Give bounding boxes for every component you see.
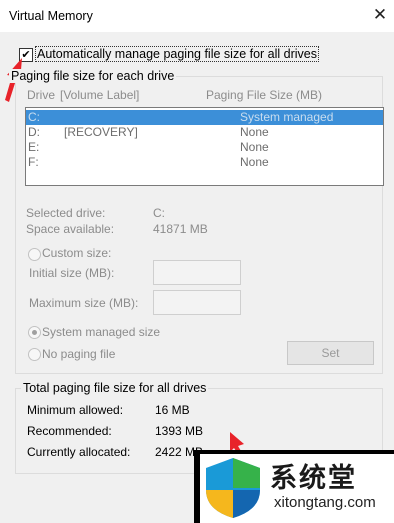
space-available-label: Space available: <box>26 222 115 236</box>
initial-size-input[interactable] <box>153 260 241 285</box>
system-managed-radio[interactable] <box>28 326 41 339</box>
recommended-label: Recommended: <box>27 424 112 438</box>
minimum-allowed-label: Minimum allowed: <box>27 403 124 417</box>
selected-drive-label: Selected drive: <box>26 206 106 220</box>
recommended-value: 1393 MB <box>155 424 204 438</box>
drive-letter: D: <box>28 125 40 139</box>
drive-list[interactable]: C: System managed D: [RECOVERY] None E: … <box>25 107 384 186</box>
watermark-chinese-text: 系统堂 <box>270 463 357 494</box>
shield-icon <box>206 458 260 518</box>
maximum-size-input[interactable] <box>153 290 241 315</box>
drive-letter: F: <box>28 155 39 169</box>
system-managed-label[interactable]: System managed size <box>42 325 160 339</box>
drive-row-f[interactable]: F: None <box>26 155 383 170</box>
initial-size-label: Initial size (MB): <box>29 266 115 280</box>
auto-manage-label[interactable]: Automatically manage paging file size fo… <box>35 46 319 62</box>
no-paging-radio[interactable] <box>28 348 41 361</box>
drive-paging-size: None <box>240 140 269 154</box>
column-volume-header: [Volume Label] <box>60 88 140 102</box>
watermark-logo: 系统堂 xitongtang.com <box>194 450 394 523</box>
maximum-size-label: Maximum size (MB): <box>29 296 139 310</box>
drive-row-d[interactable]: D: [RECOVERY] None <box>26 125 383 140</box>
drive-letter: C: <box>28 110 40 124</box>
drive-paging-size: None <box>240 155 269 169</box>
no-paging-label[interactable]: No paging file <box>42 347 115 361</box>
drive-volume-label: [RECOVERY] <box>64 125 138 139</box>
column-size-header: Paging File Size (MB) <box>206 88 323 102</box>
close-icon[interactable]: ✕ <box>370 5 390 25</box>
custom-size-label[interactable]: Custom size: <box>42 246 111 260</box>
drive-row-c[interactable]: C: System managed <box>26 110 383 125</box>
window-title: Virtual Memory <box>9 9 93 23</box>
drive-row-e[interactable]: E: None <box>26 140 383 155</box>
drive-paging-size: System managed <box>240 110 334 124</box>
watermark-url-text: xitongtang.com <box>274 494 376 511</box>
set-button[interactable]: Set <box>287 341 374 365</box>
custom-size-radio[interactable] <box>28 248 41 261</box>
minimum-allowed-value: 16 MB <box>155 403 190 417</box>
space-available-value: 41871 MB <box>153 222 208 236</box>
drive-paging-size: None <box>240 125 269 139</box>
paging-group-legend: Paging file size for each drive <box>9 69 177 83</box>
drive-letter: E: <box>28 140 40 154</box>
currently-allocated-label: Currently allocated: <box>27 445 131 459</box>
column-drive-header: Drive <box>27 88 56 102</box>
total-group-legend: Total paging file size for all drives <box>21 381 209 395</box>
selected-drive-value: C: <box>153 206 165 220</box>
